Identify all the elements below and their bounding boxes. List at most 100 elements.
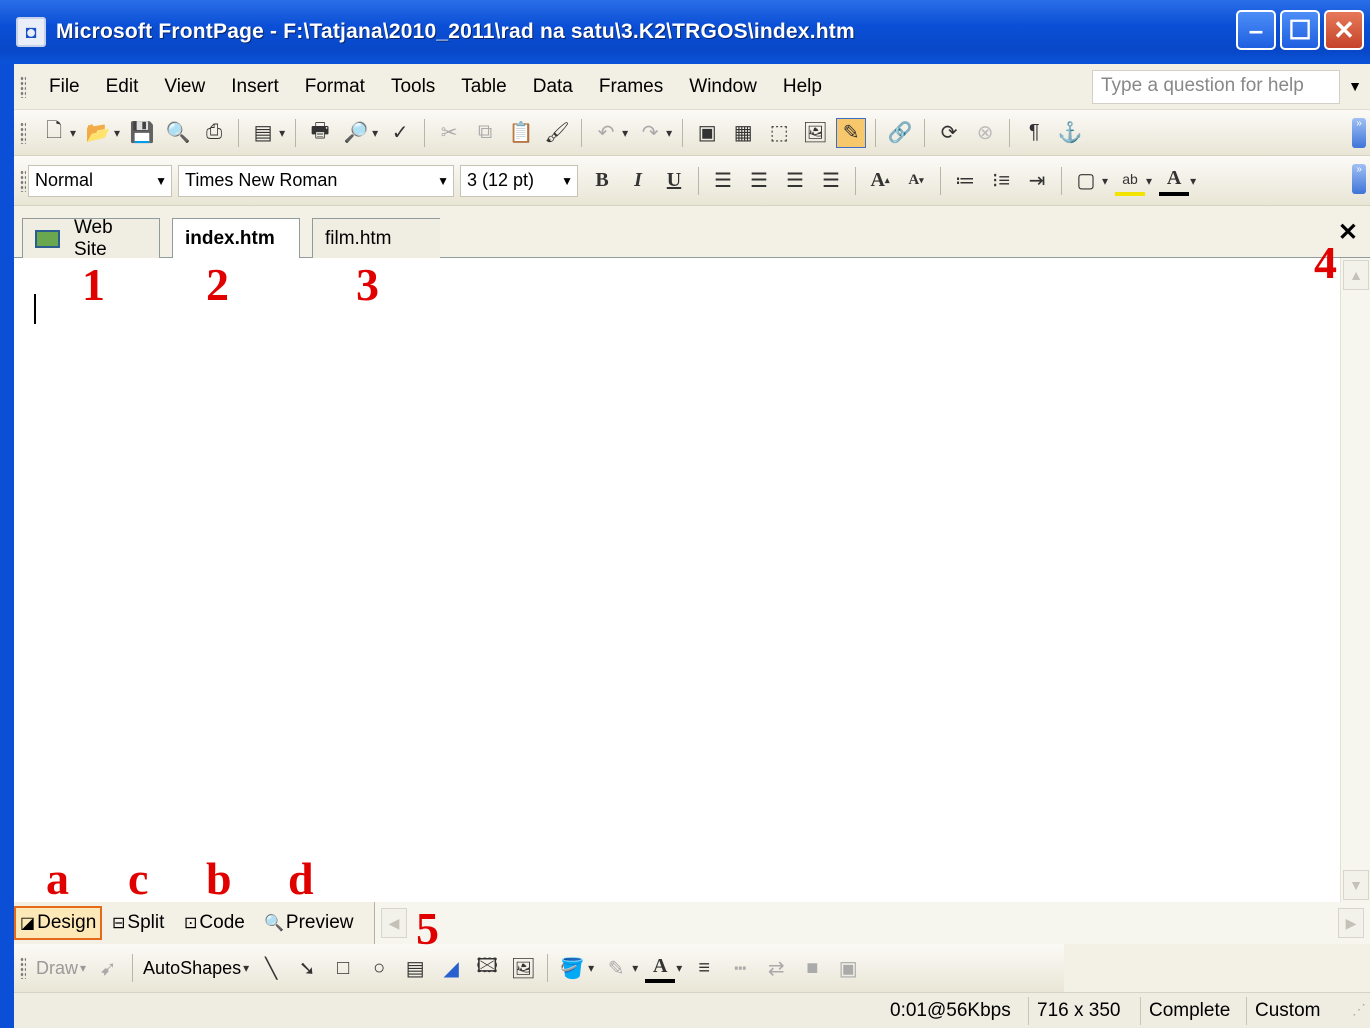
menu-edit[interactable]: Edit bbox=[93, 76, 152, 98]
shadow-icon[interactable]: ■ bbox=[797, 953, 827, 983]
decrease-font-icon[interactable]: A ▾ bbox=[901, 166, 931, 196]
dropdown-arrow-icon[interactable]: ▾ bbox=[243, 961, 249, 975]
view-design-button[interactable]: ◪ Design bbox=[14, 906, 103, 940]
print-icon[interactable]: 🖶 bbox=[305, 118, 335, 148]
increase-font-icon[interactable]: A ▴ bbox=[865, 166, 895, 196]
arrow-icon[interactable]: ➘ bbox=[292, 953, 322, 983]
select-objects-icon[interactable]: ➹ bbox=[93, 953, 123, 983]
wordart-icon[interactable]: ◢ bbox=[436, 953, 466, 983]
dropdown-arrow-icon[interactable]: ▾ bbox=[279, 126, 285, 140]
autoshapes-menu-button[interactable]: AutoShapes bbox=[143, 958, 241, 979]
scroll-down-icon[interactable]: ▼ bbox=[1343, 870, 1369, 900]
align-left-icon[interactable]: ☰ bbox=[708, 166, 738, 196]
numbering-icon[interactable]: ≔ bbox=[950, 166, 980, 196]
font-size-select[interactable]: 3 (12 pt) ▼ bbox=[460, 164, 578, 197]
design-editor[interactable] bbox=[14, 258, 1340, 902]
frontpage-app-icon[interactable]: ◘ bbox=[16, 17, 46, 47]
help-dropdown-icon[interactable]: ▼ bbox=[1348, 78, 1362, 94]
publish-icon[interactable]: ⎙ bbox=[199, 118, 229, 148]
close-icon[interactable]: ✕ bbox=[1338, 218, 1358, 247]
copy-icon[interactable]: ⧉ bbox=[470, 118, 500, 148]
menu-window[interactable]: Window bbox=[676, 76, 770, 98]
dropdown-arrow-icon[interactable]: ▾ bbox=[1190, 174, 1196, 188]
scroll-left-icon[interactable]: ◀ bbox=[381, 908, 407, 938]
dropdown-arrow-icon[interactable]: ▾ bbox=[632, 961, 638, 975]
preview-browser-icon[interactable]: 🔎 bbox=[341, 118, 371, 148]
highlight-icon[interactable]: ab bbox=[1115, 166, 1146, 196]
dropdown-arrow-icon[interactable]: ▾ bbox=[1102, 174, 1108, 188]
tab-index-htm[interactable]: index.htm bbox=[172, 218, 300, 259]
cut-icon[interactable]: ✂ bbox=[434, 118, 464, 148]
indent-icon[interactable]: ⇥ bbox=[1022, 166, 1052, 196]
font-color-icon[interactable]: A bbox=[1159, 166, 1190, 196]
maximize-button[interactable]: ☐ bbox=[1280, 10, 1320, 50]
line-style-icon[interactable]: ≡ bbox=[689, 953, 719, 983]
picture-icon[interactable]: 🖼 bbox=[508, 953, 538, 983]
vertical-scrollbar[interactable]: ▲ ▼ bbox=[1340, 258, 1370, 902]
refresh-icon[interactable]: ⟳ bbox=[934, 118, 964, 148]
dropdown-arrow-icon[interactable]: ▾ bbox=[70, 126, 76, 140]
line-color-icon[interactable]: ✎ bbox=[601, 953, 631, 983]
dropdown-arrow-icon[interactable]: ▾ bbox=[622, 126, 628, 140]
spelling-icon[interactable]: ✓ bbox=[385, 118, 415, 148]
tab-web-site[interactable]: Web Site bbox=[22, 217, 160, 260]
fill-color-icon[interactable]: 🪣 bbox=[557, 953, 587, 983]
scroll-up-icon[interactable]: ▲ bbox=[1343, 260, 1369, 290]
draw-menu-button[interactable]: Draw bbox=[36, 958, 78, 979]
font-color-icon[interactable]: A bbox=[645, 953, 676, 983]
save-icon[interactable]: 💾 bbox=[127, 118, 157, 148]
dash-style-icon[interactable]: ┅ bbox=[725, 953, 755, 983]
underline-icon[interactable]: U bbox=[659, 166, 689, 196]
status-mode[interactable]: Custom bbox=[1246, 997, 1328, 1025]
font-select[interactable]: Times New Roman ▼ bbox=[178, 164, 454, 197]
italic-icon[interactable]: I bbox=[623, 166, 653, 196]
menu-view[interactable]: View bbox=[151, 76, 218, 98]
new-page-icon[interactable]: 🗋 bbox=[39, 118, 69, 148]
dropdown-arrow-icon[interactable]: ▾ bbox=[80, 961, 86, 975]
view-split-button[interactable]: ⊟ Split bbox=[108, 906, 168, 940]
drawing-icon[interactable]: ✎ bbox=[836, 117, 867, 148]
menu-data[interactable]: Data bbox=[520, 76, 586, 98]
view-preview-button[interactable]: 🔍 Preview bbox=[260, 906, 358, 940]
stop-icon[interactable]: ⊗ bbox=[970, 118, 1000, 148]
dropdown-arrow-icon[interactable]: ▾ bbox=[588, 961, 594, 975]
menu-file[interactable]: File bbox=[36, 76, 93, 98]
toolbar-grip[interactable] bbox=[20, 957, 26, 979]
borders-icon[interactable]: ▢ bbox=[1071, 166, 1101, 196]
insert-layer-icon[interactable]: ⬚ bbox=[764, 118, 794, 148]
arrow-style-icon[interactable]: ⇄ bbox=[761, 953, 791, 983]
download-time[interactable]: 0:01@56Kbps bbox=[882, 997, 1019, 1025]
insert-table-icon[interactable]: ▦ bbox=[728, 118, 758, 148]
menu-table[interactable]: Table bbox=[448, 76, 519, 98]
toolbar-options-icon[interactable]: » bbox=[1352, 164, 1366, 194]
menu-help[interactable]: Help bbox=[770, 76, 835, 98]
toolbar-grip[interactable] bbox=[20, 121, 26, 144]
toggle-pane-icon[interactable]: ▤ bbox=[248, 118, 278, 148]
bullets-icon[interactable]: ⁝≡ bbox=[986, 166, 1016, 196]
dropdown-arrow-icon[interactable]: ▾ bbox=[1146, 174, 1152, 188]
dropdown-arrow-icon[interactable]: ▾ bbox=[666, 126, 672, 140]
menu-frames[interactable]: Frames bbox=[586, 76, 676, 98]
text-box-icon[interactable]: ▤ bbox=[400, 953, 430, 983]
undo-icon[interactable]: ↶ bbox=[591, 118, 621, 148]
insert-picture-icon[interactable]: 🖼 bbox=[800, 118, 830, 148]
dropdown-arrow-icon[interactable]: ▾ bbox=[372, 126, 378, 140]
redo-icon[interactable]: ↷ bbox=[635, 118, 665, 148]
toolbar-grip[interactable] bbox=[20, 75, 26, 98]
view-code-button[interactable]: ⊡ Code bbox=[180, 906, 249, 940]
web-component-icon[interactable]: ▣ bbox=[692, 118, 722, 148]
page-dimensions[interactable]: 716 x 350 bbox=[1028, 997, 1128, 1025]
line-icon[interactable]: ╲ bbox=[256, 953, 286, 983]
bold-icon[interactable]: B bbox=[587, 166, 617, 196]
dropdown-arrow-icon[interactable]: ▾ bbox=[114, 126, 120, 140]
style-select[interactable]: Normal ▼ bbox=[28, 164, 172, 197]
scroll-right-icon[interactable]: ▶ bbox=[1338, 908, 1364, 938]
clip-art-icon[interactable]: 🖾 bbox=[472, 953, 502, 983]
menu-format[interactable]: Format bbox=[292, 76, 378, 98]
format-painter-icon[interactable]: 🖌 bbox=[542, 118, 572, 148]
open-folder-icon[interactable]: 📂 bbox=[83, 118, 113, 148]
help-search-input[interactable]: Type a question for help bbox=[1092, 70, 1340, 104]
rectangle-icon[interactable]: □ bbox=[328, 953, 358, 983]
search-icon[interactable]: 🔍 bbox=[163, 118, 193, 148]
3d-style-icon[interactable]: ▣ bbox=[833, 953, 863, 983]
